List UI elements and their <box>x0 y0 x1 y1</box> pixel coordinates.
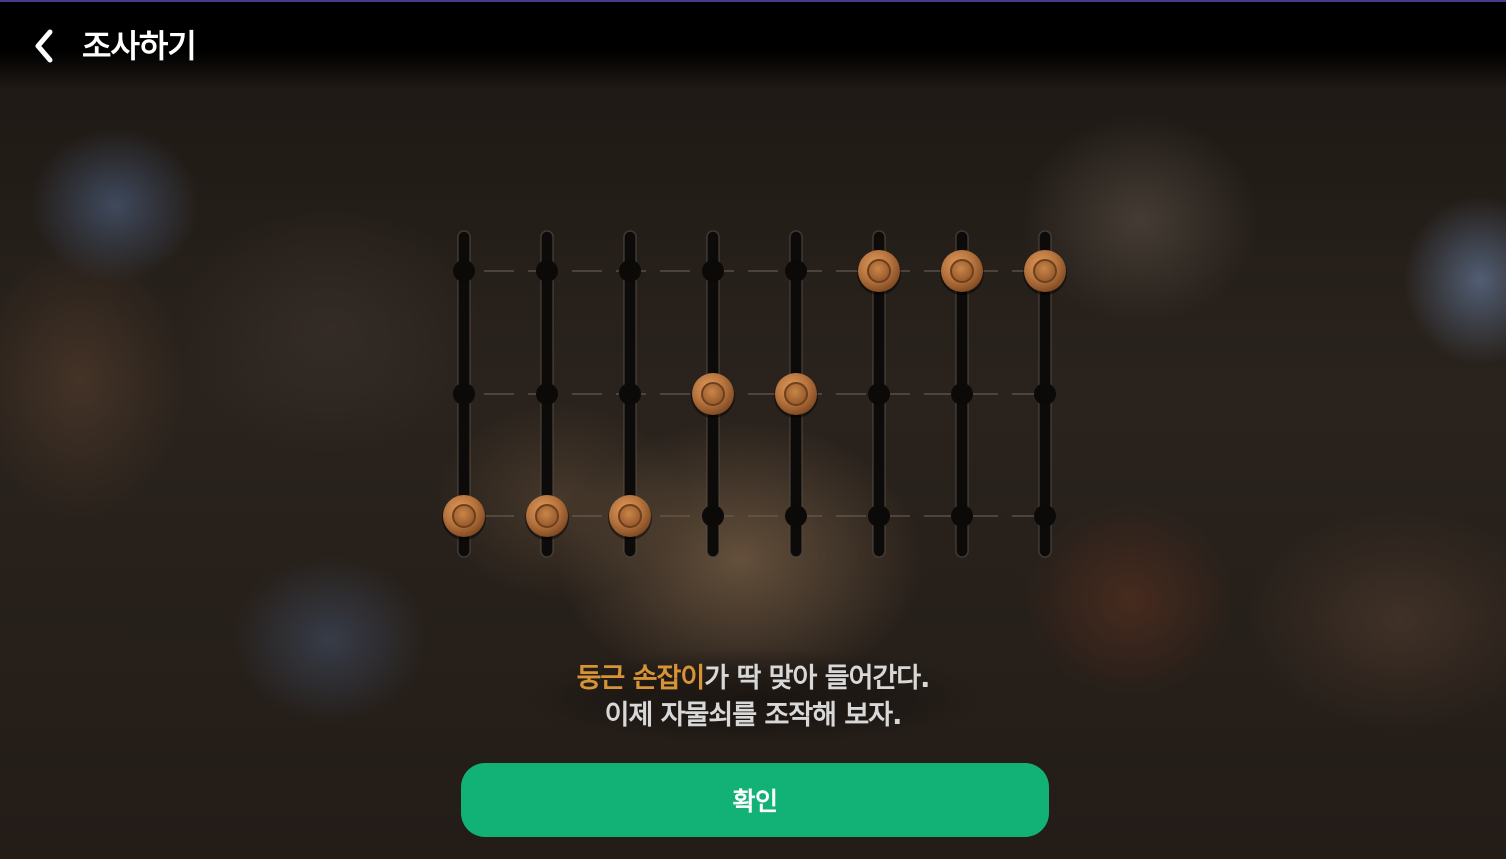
knob-center <box>535 504 559 528</box>
track-stop-2 <box>868 383 890 405</box>
slider-lock-puzzle <box>442 230 1067 558</box>
chevron-left-icon <box>35 29 53 63</box>
knob-6[interactable] <box>857 250 901 295</box>
track-stop-1 <box>453 260 475 282</box>
track-stop-3 <box>1034 505 1056 527</box>
confirm-button[interactable]: 확인 <box>461 763 1049 837</box>
knob-4[interactable] <box>691 373 735 418</box>
dialog-line-1: 둥근 손잡이가 딱 맞아 들어간다. <box>0 660 1506 697</box>
knob-3[interactable] <box>608 495 652 540</box>
knob-center <box>950 259 974 283</box>
track-stop-3 <box>868 505 890 527</box>
page-title: 조사하기 <box>82 27 197 65</box>
knob-5[interactable] <box>774 373 818 418</box>
dialog-message: 둥근 손잡이가 딱 맞아 들어간다. 이제 자물쇠를 조작해 보자. <box>0 660 1506 734</box>
back-button[interactable] <box>22 22 66 70</box>
track-stop-1 <box>536 260 558 282</box>
dialog-line-2: 이제 자물쇠를 조작해 보자. <box>604 700 903 731</box>
knob-7[interactable] <box>940 250 984 295</box>
highlight-text: 둥근 손잡이 <box>576 663 706 694</box>
track-stop-1 <box>785 260 807 282</box>
track-stop-2 <box>1034 383 1056 405</box>
knob-1[interactable] <box>442 495 486 540</box>
track-stop-3 <box>702 505 724 527</box>
knob-center <box>618 504 642 528</box>
confirm-button-label: 확인 <box>732 787 778 816</box>
track-stop-2 <box>453 383 475 405</box>
header-bar: 조사하기 <box>0 2 1506 90</box>
knob-center <box>452 504 476 528</box>
track-stop-1 <box>702 260 724 282</box>
track-stop-2 <box>536 383 558 405</box>
track-stop-3 <box>951 505 973 527</box>
knob-center <box>784 382 808 406</box>
knob-center <box>701 382 725 406</box>
knob-8[interactable] <box>1023 250 1067 295</box>
dialog-line-1-rest: 가 딱 맞아 들어간다. <box>704 663 930 694</box>
track-stop-2 <box>619 383 641 405</box>
knob-center <box>867 259 891 283</box>
game-screen: 조사하기 둥근 손잡이가 딱 맞아 들어간다. 이제 자물쇠를 조작해 보자. … <box>0 0 1506 859</box>
knob-center <box>1033 259 1057 283</box>
track-stop-2 <box>951 383 973 405</box>
track-stop-1 <box>619 260 641 282</box>
knob-2[interactable] <box>525 495 569 540</box>
track-stop-3 <box>785 505 807 527</box>
